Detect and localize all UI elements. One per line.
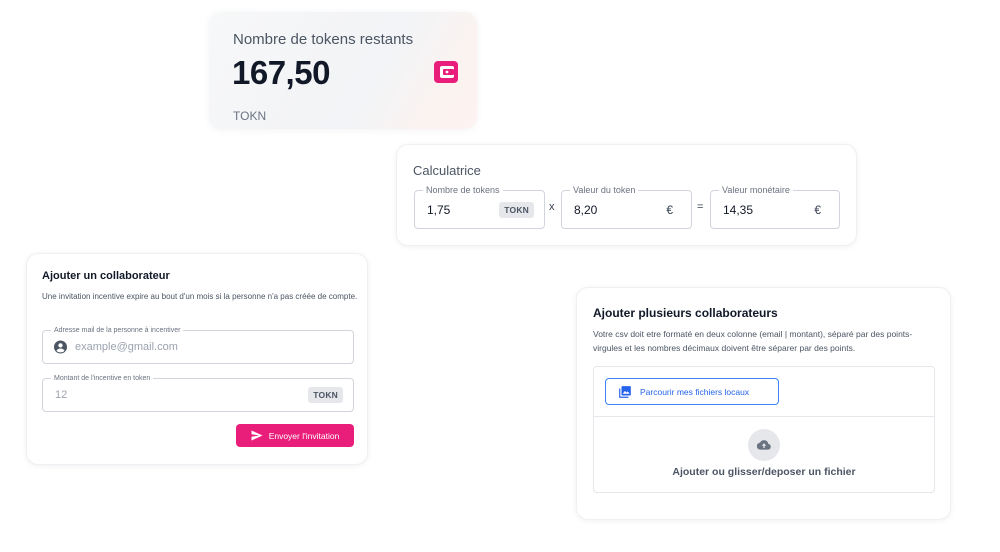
monetary-value-label: Valeur monétaire: [719, 185, 793, 196]
upload-divider: [594, 416, 934, 417]
token-value-value[interactable]: 8,20: [574, 203, 597, 217]
email-label: Adresse mail de la personne à incentiver: [51, 325, 184, 336]
drop-file-text: Ajouter ou glisser/deposer un fichier: [672, 466, 856, 478]
calculator-title: Calculatrice: [413, 163, 481, 178]
incentive-amount-label: Montant de l'incentive en token: [51, 373, 154, 384]
browse-files-button[interactable]: Parcourir mes fichiers locaux: [605, 378, 779, 405]
send-invitation-button[interactable]: Envoyer l'invitation: [236, 424, 354, 447]
token-count-label: Nombre de tokens: [423, 185, 503, 196]
add-many-title: Ajouter plusieurs collaborateurs: [593, 306, 778, 320]
monetary-value-field[interactable]: Valeur monétaire 14,35 €: [710, 185, 840, 229]
token-value-field[interactable]: Valeur du token 8,20 €: [561, 185, 692, 229]
csv-upload-zone[interactable]: Parcourir mes fichiers locaux Ajouter ou…: [593, 366, 935, 493]
monetary-value-currency: €: [814, 202, 821, 217]
incentive-amount-badge: TOKN: [308, 387, 343, 403]
monetary-value-value[interactable]: 14,35: [723, 203, 753, 217]
balance-amount: 167,50: [232, 54, 330, 91]
add-collaborator-title: Ajouter un collaborateur: [42, 270, 170, 282]
cloud-upload-icon: [748, 429, 780, 461]
balance-title: Nombre de tokens restants: [233, 31, 414, 48]
token-count-value[interactable]: 1,75: [427, 203, 450, 217]
incentive-amount-field[interactable]: Montant de l'incentive en token 12 TOKN: [42, 373, 354, 412]
email-field[interactable]: Adresse mail de la personne à incentiver…: [42, 325, 354, 364]
photo-library-icon: [619, 385, 631, 398]
add-many-collaborators-card: Ajouter plusieurs collaborateurs Votre c…: [576, 287, 951, 520]
browse-files-label: Parcourir mes fichiers locaux: [640, 386, 750, 397]
token-count-field[interactable]: Nombre de tokens 1,75 TOKN: [414, 185, 545, 229]
balance-unit: TOKN: [233, 109, 267, 123]
add-collaborator-card: Ajouter un collaborateur Une invitation …: [26, 253, 368, 465]
add-collaborator-description: Une invitation incentive expire au bout …: [42, 292, 358, 301]
wallet-icon: [434, 61, 458, 83]
account-circle-icon: [54, 340, 67, 354]
send-invitation-label: Envoyer l'invitation: [268, 430, 340, 441]
equals-sign: =: [697, 201, 704, 213]
token-value-currency: €: [666, 202, 673, 217]
token-value-label: Valeur du token: [570, 185, 639, 196]
multiply-sign: x: [549, 201, 555, 213]
incentive-amount-input[interactable]: 12: [55, 389, 67, 401]
token-count-badge: TOKN: [499, 201, 534, 218]
email-input[interactable]: example@gmail.com: [75, 341, 178, 353]
token-balance-card: Nombre de tokens restants 167,50 TOKN: [209, 12, 477, 129]
add-many-description: Votre csv doit etre formaté en deux colo…: [593, 329, 913, 353]
send-icon: [251, 430, 263, 441]
calculator-card: Calculatrice Nombre de tokens 1,75 TOKN …: [396, 144, 857, 246]
